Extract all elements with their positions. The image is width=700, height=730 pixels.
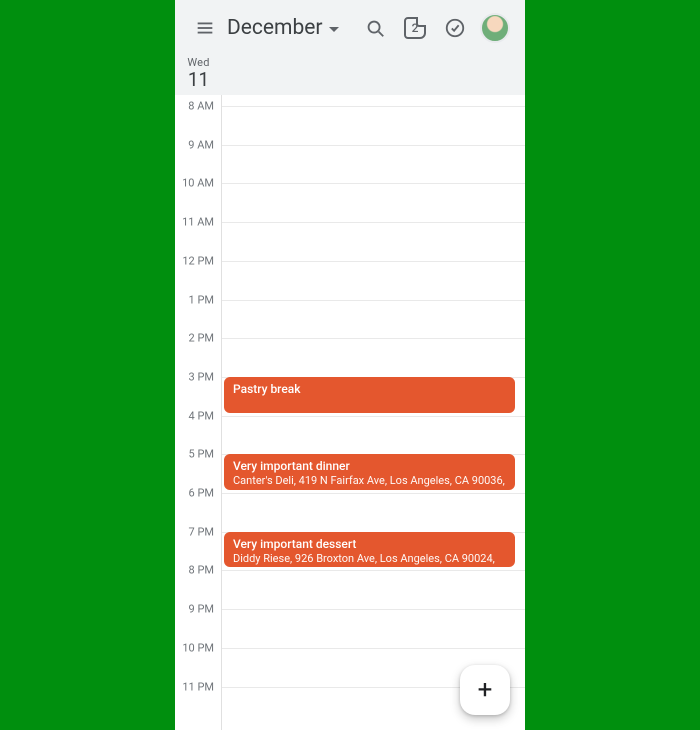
search-icon [364, 17, 386, 39]
hour-line [222, 570, 525, 571]
event-area[interactable]: Pastry break Very important dinnerCanter'… [222, 95, 525, 730]
calendar-page-icon: 2 [404, 17, 426, 39]
hour-label: 7 PM [187, 525, 216, 538]
calendar-day-view: December 2 [175, 0, 525, 730]
chevron-down-icon [329, 27, 339, 32]
hour-label: 12 PM [180, 254, 216, 267]
plus-icon: + [478, 677, 493, 703]
month-dropdown[interactable]: December [225, 12, 341, 44]
search-button[interactable] [355, 8, 395, 48]
hour-line [222, 648, 525, 649]
hour-line [222, 183, 525, 184]
hour-line [222, 609, 525, 610]
hour-label: 6 PM [187, 487, 216, 500]
hour-label: 9 AM [186, 138, 216, 151]
hour-line [222, 222, 525, 223]
app-bar: December 2 [175, 0, 525, 56]
hour-line [222, 338, 525, 339]
day-of-month: 11 [175, 70, 222, 89]
account-button[interactable] [475, 8, 515, 48]
day-grid[interactable]: 8 AM 9 AM 10 AM 11 AM 12 PM 1 PM 2 PM 3 PM 4 PM 5… [175, 95, 525, 730]
event-location: Diddy Riese, 926 Broxton Ave, Los Angele… [233, 552, 506, 568]
today-button[interactable]: 2 [395, 8, 435, 48]
event-title: Very important dessert [233, 537, 506, 552]
calendar-event[interactable]: Pastry break [224, 377, 515, 413]
hour-line [222, 416, 525, 417]
hour-line [222, 145, 525, 146]
check-circle-icon [444, 17, 466, 39]
hour-label: 9 PM [187, 603, 216, 616]
menu-button[interactable] [185, 8, 225, 48]
hour-label: 11 PM [180, 680, 216, 693]
event-title: Very important dinner [233, 459, 506, 474]
today-number: 2 [412, 21, 419, 35]
calendar-event[interactable]: Very important dessertDiddy Riese, 926 B… [224, 532, 515, 568]
hour-label: 5 PM [187, 448, 216, 461]
hour-line [222, 300, 525, 301]
hour-label: 10 PM [180, 641, 216, 654]
hour-label: 2 PM [187, 332, 216, 345]
avatar [480, 13, 510, 43]
event-location: Canter's Deli, 419 N Fairfax Ave, Los An… [233, 474, 506, 490]
current-day-label[interactable]: Wed 11 [175, 56, 222, 89]
hour-line [222, 261, 525, 262]
time-gutter: 8 AM 9 AM 10 AM 11 AM 12 PM 1 PM 2 PM 3 PM 4 PM 5… [175, 95, 222, 730]
tasks-button[interactable] [435, 8, 475, 48]
hour-label: 3 PM [187, 370, 216, 383]
calendar-event[interactable]: Very important dinnerCanter's Deli, 419 … [224, 454, 515, 490]
event-title: Pastry break [233, 382, 506, 397]
hour-label: 8 PM [187, 564, 216, 577]
hamburger-icon [194, 17, 216, 39]
hour-label: 8 AM [186, 100, 216, 113]
hour-label: 4 PM [187, 409, 216, 422]
hour-label: 1 PM [187, 293, 216, 306]
create-event-fab[interactable]: + [460, 665, 510, 715]
hour-line [222, 493, 525, 494]
hour-label: 10 AM [180, 177, 216, 190]
month-label: December [227, 16, 323, 40]
header: December 2 [175, 0, 525, 95]
hour-line [222, 106, 525, 107]
hour-label: 11 AM [180, 216, 216, 229]
